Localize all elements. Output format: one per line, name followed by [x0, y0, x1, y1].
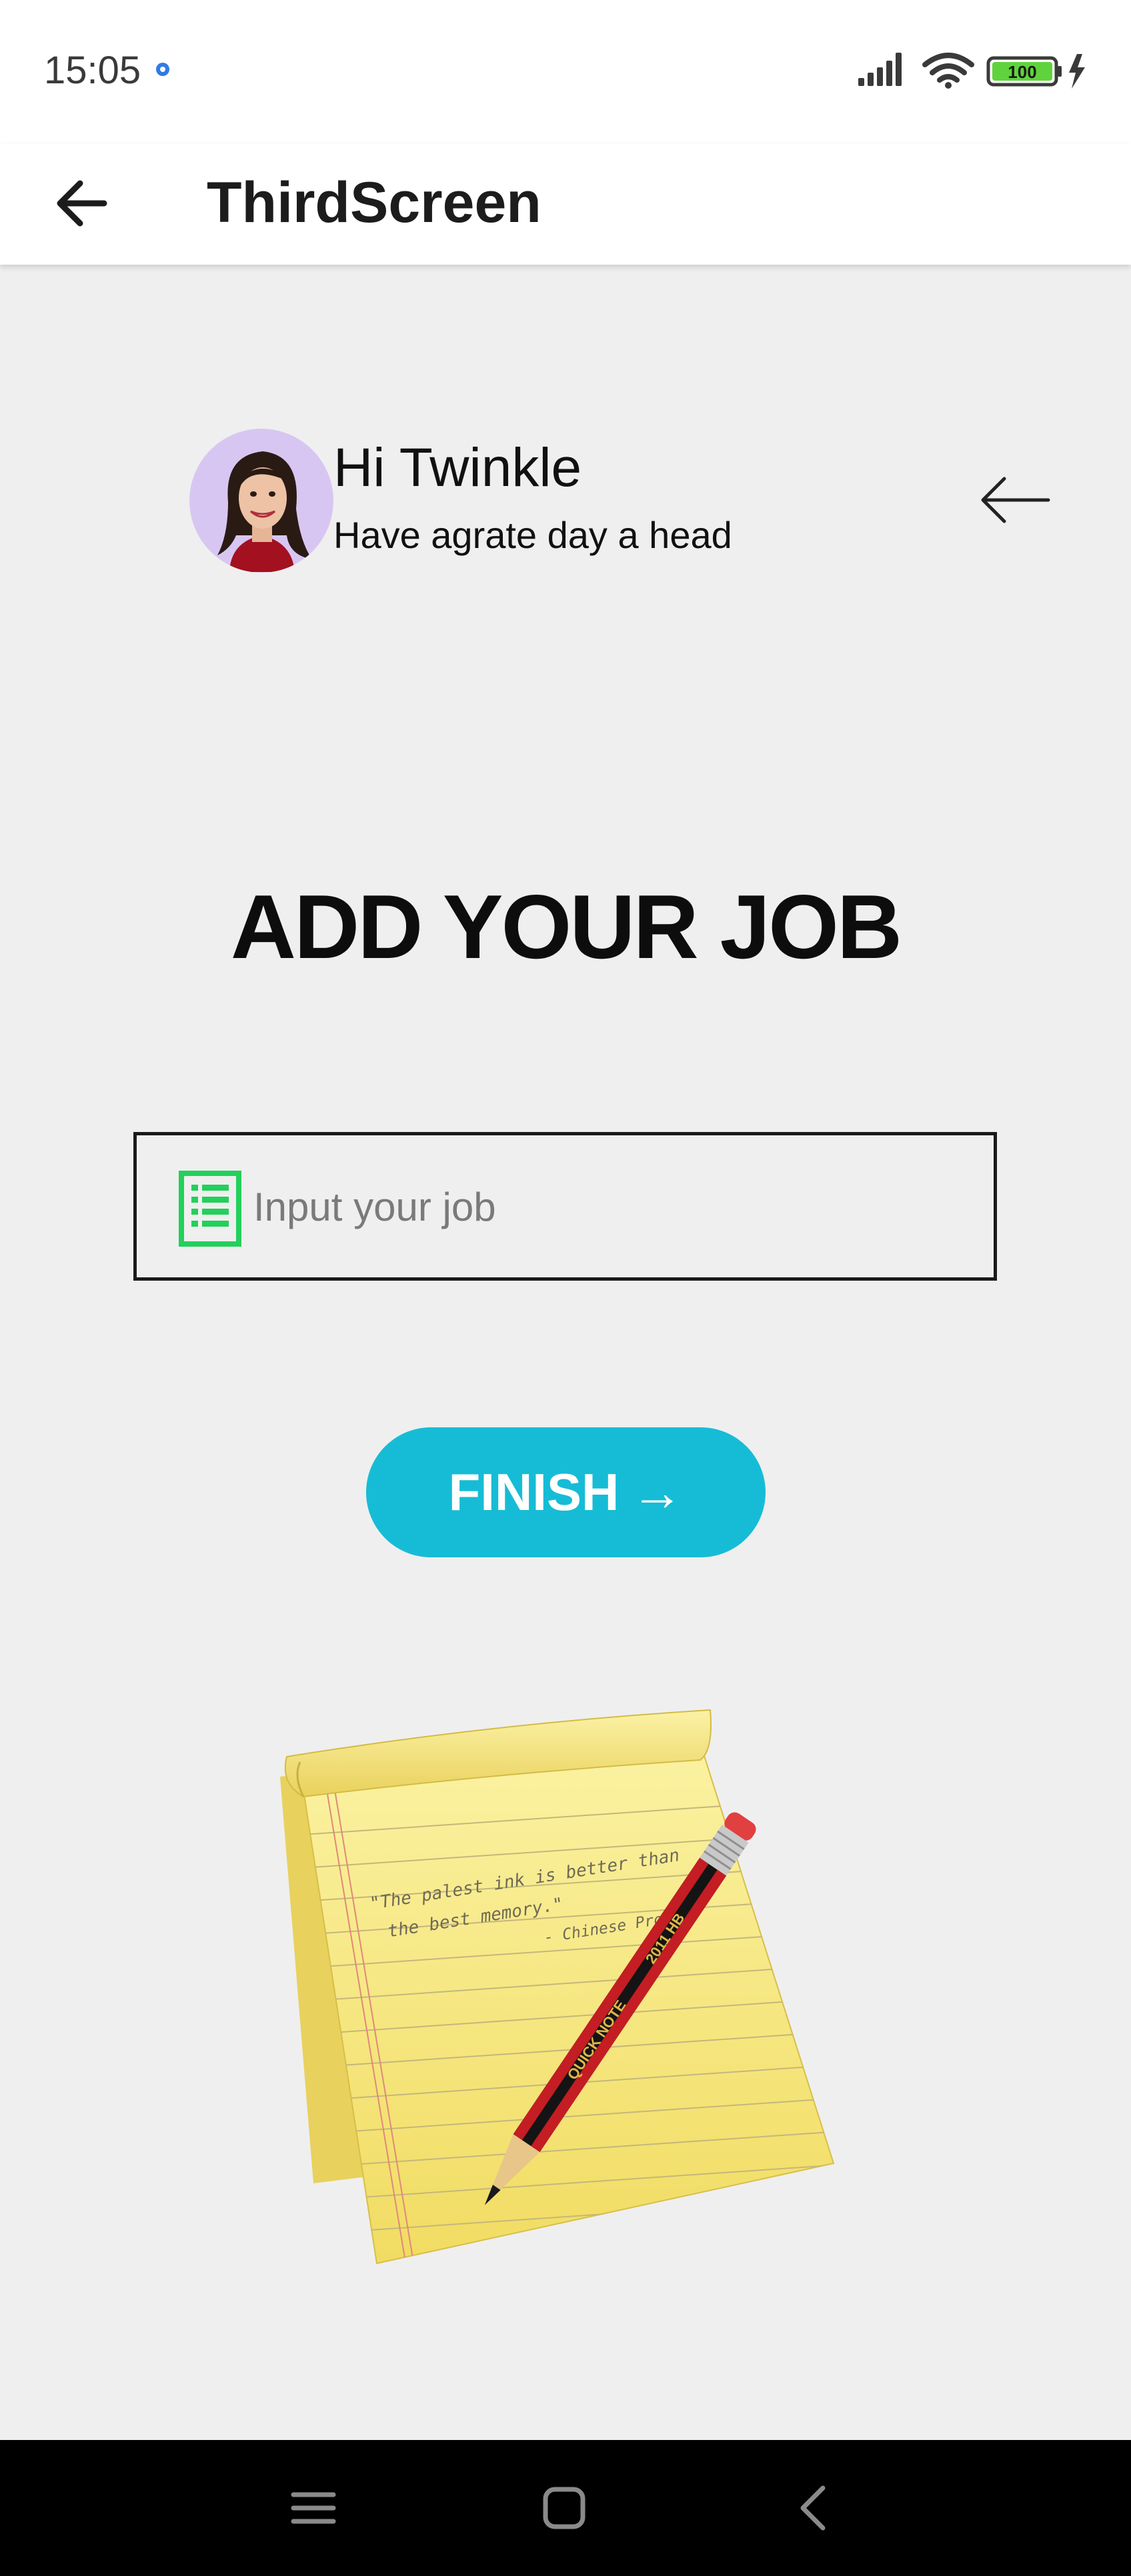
chevron-left-icon: [800, 2485, 826, 2531]
nav-back-button[interactable]: [788, 2481, 842, 2535]
charging-icon: [1069, 54, 1085, 89]
status-bar: 15:05 100: [0, 0, 1131, 143]
greeting-back-button[interactable]: [975, 470, 1055, 530]
back-button[interactable]: [47, 163, 127, 243]
system-nav-bar: [0, 2440, 1131, 2576]
greeting-title: Hi Twinkle: [333, 437, 582, 498]
app-bar: ThirdScreen: [0, 143, 1131, 265]
avatar: [189, 429, 333, 573]
status-time: 15:05: [44, 49, 141, 92]
add-job-heading: ADD YOUR JOB: [230, 876, 902, 977]
page-title: ThirdScreen: [207, 171, 541, 235]
arrow-left-icon: [57, 180, 107, 227]
arrow-right-icon: →: [631, 1463, 684, 1521]
job-input[interactable]: [252, 1135, 975, 1279]
location-indicator-icon: [155, 61, 171, 81]
status-icons: 100: [857, 50, 1090, 93]
menu-icon: [291, 2492, 336, 2524]
wifi-icon: [922, 53, 974, 89]
job-input-field: [133, 1132, 997, 1281]
nav-menu-button[interactable]: [287, 2481, 340, 2535]
nav-home-button[interactable]: [537, 2481, 591, 2535]
battery-level-text: 100: [1008, 62, 1036, 82]
greeting-subtitle: Have agrate day a head: [333, 514, 732, 556]
signal-icon: [858, 53, 902, 86]
arrow-left-thin-icon: [981, 477, 1050, 523]
finish-label: FINISH: [448, 1463, 620, 1521]
home-square-icon: [543, 2487, 586, 2529]
document-list-icon: [179, 1171, 241, 1247]
battery-icon: 100: [986, 56, 1062, 87]
finish-button[interactable]: FINISH →: [366, 1427, 766, 1557]
notepad-illustration: "The palest ink is better than the best …: [273, 1697, 860, 2280]
